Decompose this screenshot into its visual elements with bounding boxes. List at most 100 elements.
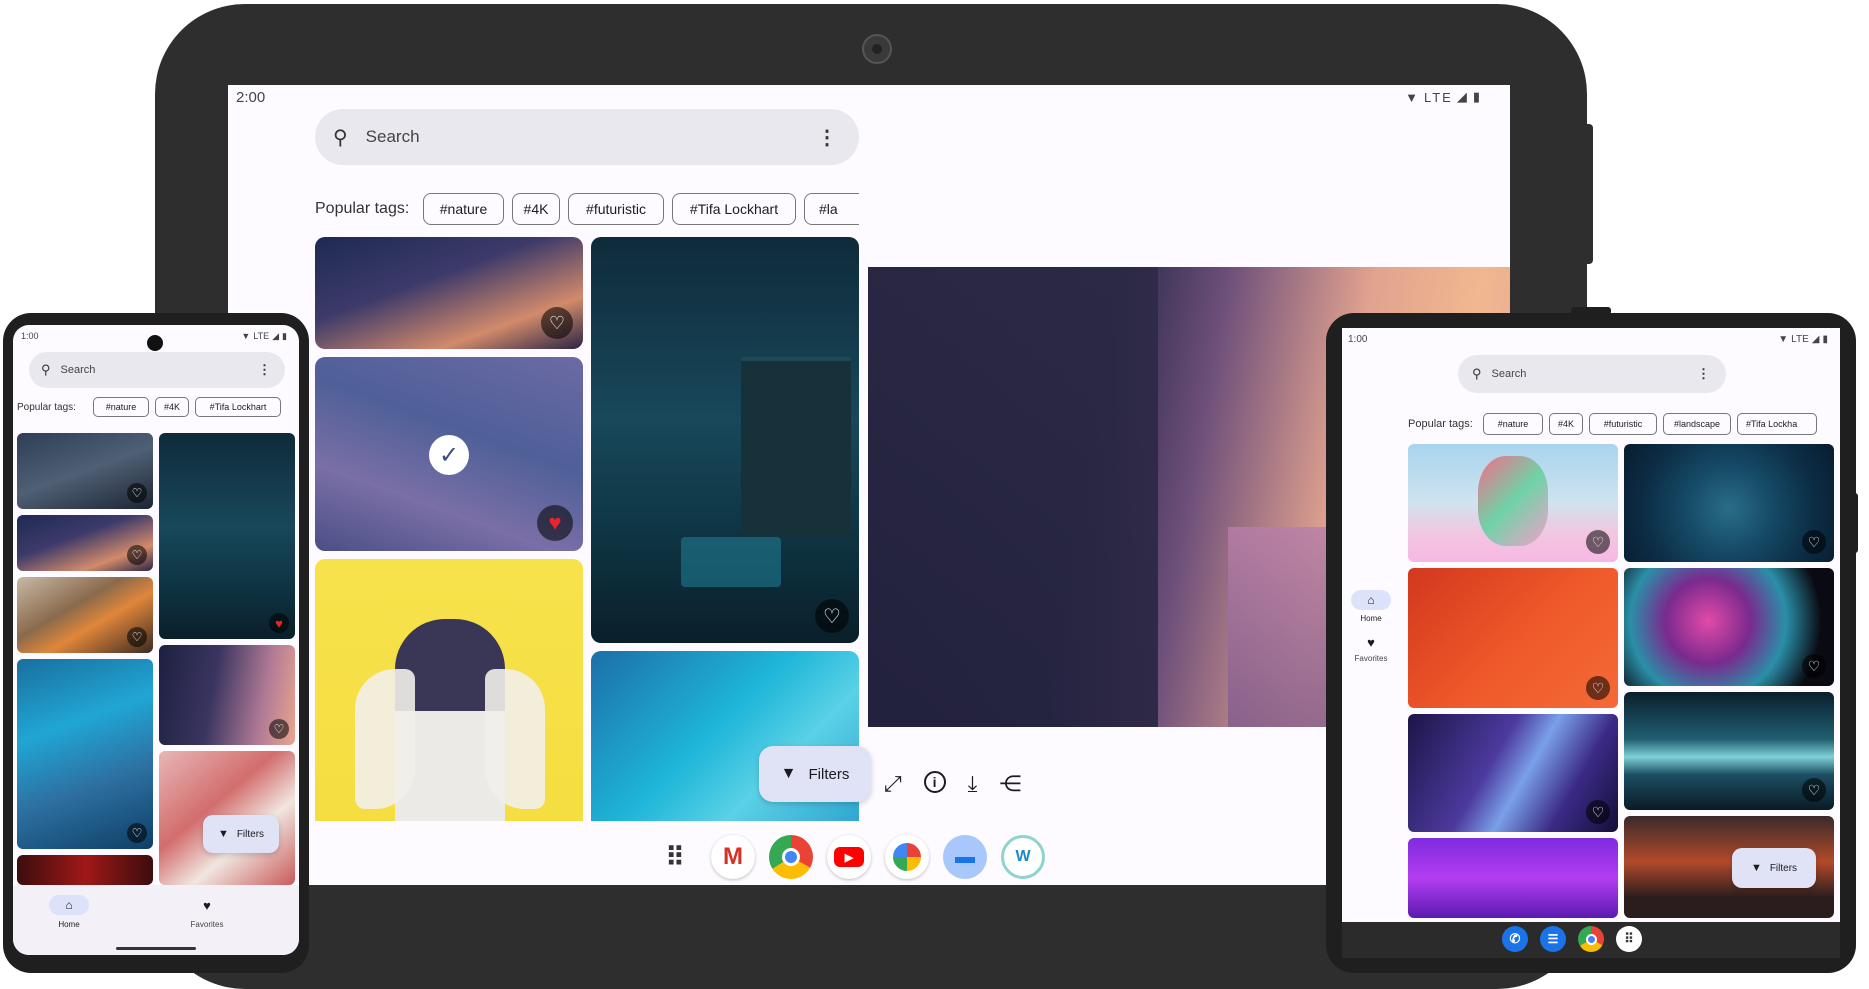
tag-chip[interactable]: #4K [512, 193, 560, 225]
wallpaper-tile[interactable]: ♡ [591, 237, 859, 643]
wallpaper-tile[interactable]: ♡ [315, 237, 583, 349]
wallpaper-tile[interactable]: ♡ [17, 433, 153, 509]
tag-chip[interactable]: #nature [423, 193, 504, 225]
more-vert-icon[interactable]: ⋮ [258, 362, 271, 378]
tablet-top-button [1571, 307, 1611, 315]
tag-chip[interactable]: #la [804, 193, 859, 225]
wallpaper-tile[interactable]: ♡ [159, 645, 295, 745]
fullscreen-icon[interactable]: ⤢ [884, 771, 902, 797]
more-vert-icon[interactable]: ⋮ [817, 125, 837, 150]
search-input[interactable]: Search [366, 127, 817, 147]
tags-label: Popular tags: [315, 200, 410, 217]
status-time: 2:00 [236, 89, 266, 106]
filters-button[interactable]: ▼ Filters [759, 746, 871, 802]
favorite-heart-icon[interactable]: ♡ [127, 483, 147, 503]
wallpaper-tile-selected[interactable]: ✓ ♥ [315, 357, 583, 551]
tag-chip[interactable]: #landscape [1663, 413, 1731, 435]
phone-icon[interactable]: ✆ [1502, 926, 1528, 952]
favorite-heart-filled-icon[interactable]: ♥ [269, 613, 289, 633]
files-icon[interactable]: ▬ [943, 835, 987, 879]
favorite-heart-icon[interactable]: ♡ [541, 307, 573, 339]
tag-chip[interactable]: #futuristic [1589, 413, 1657, 435]
signal-icon: ◢ [272, 331, 280, 341]
wallpaper-tile[interactable]: ♡ [1408, 568, 1618, 708]
tag-chip[interactable]: #nature [93, 397, 149, 417]
nav-item-favorites[interactable]: ♥ Favorites [1342, 632, 1400, 674]
search-input[interactable]: Search [1492, 368, 1697, 380]
filter-icon: ▼ [780, 765, 797, 782]
nav-item-home[interactable]: ⌂ Home [41, 895, 97, 939]
detail-actions: ⤢ i ⤓ ⋲ [884, 771, 1021, 797]
favorite-heart-icon[interactable]: ♡ [1586, 530, 1610, 554]
filters-label: Filters [1769, 862, 1798, 874]
tag-chip[interactable]: #4K [1549, 413, 1583, 435]
favorite-heart-icon[interactable]: ♡ [1802, 654, 1826, 678]
home-icon: ⌂ [1351, 590, 1391, 610]
status-time: 1:00 [1348, 334, 1368, 345]
tag-chip[interactable]: #Tifa Lockha [1737, 413, 1817, 435]
youtube-icon[interactable]: ▶ [827, 835, 871, 879]
wallpaper-tile[interactable]: ♡ [1624, 444, 1834, 562]
tablet-screen: 1:00 ▼ LTE ◢ ▮ ⚲ Search ⋮ Popular tags: … [1342, 328, 1840, 958]
messages-icon[interactable]: ☰ [1540, 926, 1566, 952]
wifi-icon: ▼ [241, 331, 251, 341]
tags-row: Popular tags: #nature #4K #futuristic #l… [1408, 413, 1840, 435]
apps-grid-icon[interactable]: ⠿ [653, 835, 697, 879]
favorite-heart-filled-icon[interactable]: ♥ [537, 505, 573, 541]
favorite-heart-icon[interactable]: ♡ [1802, 530, 1826, 554]
search-input[interactable]: Search [61, 364, 258, 376]
chrome-icon[interactable] [769, 835, 813, 879]
favorite-heart-icon[interactable]: ♡ [815, 599, 849, 633]
tablet-bottom-button [1566, 964, 1606, 972]
wallpaper-tile[interactable]: ♡ [1408, 444, 1618, 562]
filters-button[interactable]: ▼ Filters [1732, 848, 1816, 888]
tag-chip[interactable]: #Tifa Lockhart [672, 193, 796, 225]
nav-label: Favorites [190, 920, 224, 929]
wallpaper-tile[interactable]: ♡ [17, 659, 153, 849]
wallpaper-tile[interactable]: ♡ [17, 577, 153, 653]
wifi-icon: ▼ [1405, 89, 1420, 105]
wallpaper-tile[interactable] [1408, 838, 1618, 918]
nav-item-favorites[interactable]: ♥ Favorites [177, 895, 237, 939]
info-icon[interactable]: i [923, 771, 946, 793]
share-icon[interactable]: ⋲ [999, 771, 1021, 797]
download-icon[interactable]: ⤓ [968, 771, 978, 797]
favorite-heart-icon[interactable]: ♡ [127, 823, 147, 843]
more-vert-icon[interactable]: ⋮ [1697, 366, 1710, 382]
wallpaper-tile[interactable]: ♡ [17, 515, 153, 571]
filters-button[interactable]: ▼ Filters [203, 815, 279, 853]
search-bar[interactable]: ⚲ Search ⋮ [1458, 355, 1726, 393]
tag-chip[interactable]: #Tifa Lockhart [195, 397, 281, 417]
camera-icon [862, 34, 892, 64]
status-icons: ▼ LTE ◢ ▮ [241, 331, 287, 342]
home-icon: ⌂ [49, 895, 89, 915]
photos-icon[interactable] [885, 835, 929, 879]
favorite-heart-icon[interactable]: ♡ [127, 545, 147, 565]
favorite-heart-icon[interactable]: ♡ [1802, 778, 1826, 802]
artwork-building [868, 267, 1158, 727]
taskbar-apps: ✆ ☰ ⠿ [1502, 926, 1642, 952]
favorite-heart-icon[interactable]: ♡ [1586, 676, 1610, 700]
search-bar[interactable]: ⚲ Search ⋮ [29, 352, 285, 388]
wallpaper-tile[interactable]: ♡ [1624, 692, 1834, 810]
tag-chip[interactable]: #nature [1483, 413, 1543, 435]
gmail-icon[interactable]: M [711, 835, 755, 879]
wallpaper-tile[interactable]: ♥ [159, 433, 295, 639]
chrome-icon[interactable] [1578, 926, 1604, 952]
wallpaper-tile[interactable] [17, 855, 153, 885]
search-icon: ⚲ [333, 126, 348, 149]
tag-chip[interactable]: #futuristic [568, 193, 664, 225]
wallpaper-app-icon[interactable]: W [1001, 835, 1045, 879]
tags-label: Popular tags: [17, 402, 76, 413]
apps-grid-icon[interactable]: ⠿ [1616, 926, 1642, 952]
wallpaper-tile[interactable]: ♡ [1408, 714, 1618, 832]
tag-chip[interactable]: #4K [155, 397, 189, 417]
artwork-wing [355, 669, 415, 809]
status-icons: ▼ LTE ◢ ▮ [1405, 89, 1482, 105]
favorite-heart-icon[interactable]: ♡ [1586, 800, 1610, 824]
favorite-heart-icon[interactable]: ♡ [127, 627, 147, 647]
nav-item-home[interactable]: ⌂ Home [1346, 590, 1396, 632]
wallpaper-tile[interactable]: ♡ [1624, 568, 1834, 686]
search-bar[interactable]: ⚲ Search ⋮ [315, 109, 859, 165]
favorite-heart-icon[interactable]: ♡ [269, 719, 289, 739]
